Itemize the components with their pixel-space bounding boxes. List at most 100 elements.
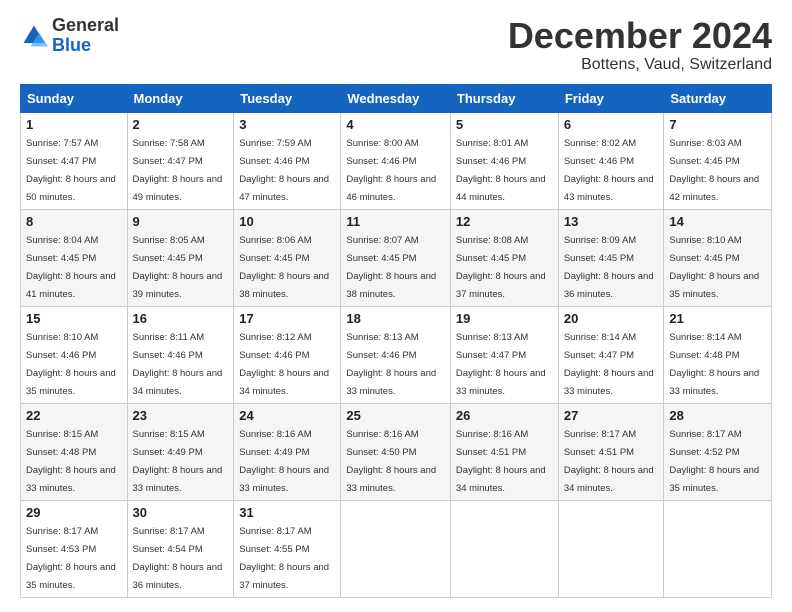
weekday-header-cell: Monday <box>127 84 234 112</box>
day-number: 22 <box>26 408 122 423</box>
day-number: 9 <box>133 214 229 229</box>
day-number: 10 <box>239 214 335 229</box>
calendar-day-cell: 30Sunrise: 8:17 AMSunset: 4:54 PMDayligh… <box>127 500 234 597</box>
day-detail: Sunrise: 8:01 AMSunset: 4:46 PMDaylight:… <box>456 138 546 203</box>
day-number: 24 <box>239 408 335 423</box>
calendar-day-cell: 21Sunrise: 8:14 AMSunset: 4:48 PMDayligh… <box>664 306 772 403</box>
day-detail: Sunrise: 8:04 AMSunset: 4:45 PMDaylight:… <box>26 235 116 300</box>
calendar-day-cell <box>341 500 451 597</box>
day-detail: Sunrise: 8:17 AMSunset: 4:53 PMDaylight:… <box>26 526 116 591</box>
day-detail: Sunrise: 8:15 AMSunset: 4:49 PMDaylight:… <box>133 429 223 494</box>
logo-general: General <box>52 15 119 35</box>
day-detail: Sunrise: 8:05 AMSunset: 4:45 PMDaylight:… <box>133 235 223 300</box>
day-detail: Sunrise: 8:13 AMSunset: 4:46 PMDaylight:… <box>346 332 436 397</box>
day-detail: Sunrise: 8:13 AMSunset: 4:47 PMDaylight:… <box>456 332 546 397</box>
day-detail: Sunrise: 7:57 AMSunset: 4:47 PMDaylight:… <box>26 138 116 203</box>
day-number: 20 <box>564 311 659 326</box>
calendar-day-cell: 11 Sunrise: 8:07 AMSunset: 4:45 PMDayligh… <box>341 209 451 306</box>
weekday-header-cell: Wednesday <box>341 84 451 112</box>
day-detail: Sunrise: 8:16 AMSunset: 4:50 PMDaylight:… <box>346 429 436 494</box>
calendar-day-cell: 8Sunrise: 8:04 AMSunset: 4:45 PMDaylight… <box>21 209 128 306</box>
day-number: 27 <box>564 408 659 423</box>
calendar-day-cell: 22 Sunrise: 8:15 AMSunset: 4:48 PMDayligh… <box>21 403 128 500</box>
day-number: 5 <box>456 117 553 132</box>
calendar-day-cell: 14Sunrise: 8:10 AMSunset: 4:45 PMDayligh… <box>664 209 772 306</box>
day-number: 11 <box>346 214 445 229</box>
day-number: 19 <box>456 311 553 326</box>
calendar-day-cell: 1 Sunrise: 7:57 AMSunset: 4:47 PMDaylight… <box>21 112 128 209</box>
day-detail: Sunrise: 8:17 AMSunset: 4:55 PMDaylight:… <box>239 526 329 591</box>
calendar-day-cell <box>558 500 664 597</box>
day-number: 15 <box>26 311 122 326</box>
logo-icon <box>20 22 48 50</box>
day-detail: Sunrise: 8:14 AMSunset: 4:47 PMDaylight:… <box>564 332 654 397</box>
calendar-day-cell: 12Sunrise: 8:08 AMSunset: 4:45 PMDayligh… <box>450 209 558 306</box>
calendar-day-cell: 4 Sunrise: 8:00 AMSunset: 4:46 PMDaylight… <box>341 112 451 209</box>
page: General Blue December 2024 Bottens, Vaud… <box>0 0 792 608</box>
calendar-day-cell: 7 Sunrise: 8:03 AMSunset: 4:45 PMDaylight… <box>664 112 772 209</box>
day-number: 3 <box>239 117 335 132</box>
calendar-day-cell: 6 Sunrise: 8:02 AMSunset: 4:46 PMDaylight… <box>558 112 664 209</box>
day-number: 30 <box>133 505 229 520</box>
calendar-day-cell: 19 Sunrise: 8:13 AMSunset: 4:47 PMDayligh… <box>450 306 558 403</box>
calendar: SundayMondayTuesdayWednesdayThursdayFrid… <box>20 84 772 598</box>
day-number: 29 <box>26 505 122 520</box>
calendar-week-row: 22 Sunrise: 8:15 AMSunset: 4:48 PMDayligh… <box>21 403 772 500</box>
calendar-day-cell: 5 Sunrise: 8:01 AMSunset: 4:46 PMDaylight… <box>450 112 558 209</box>
day-number: 31 <box>239 505 335 520</box>
day-detail: Sunrise: 8:03 AMSunset: 4:45 PMDaylight:… <box>669 138 759 203</box>
calendar-day-cell: 16Sunrise: 8:11 AMSunset: 4:46 PMDayligh… <box>127 306 234 403</box>
day-detail: Sunrise: 8:14 AMSunset: 4:48 PMDaylight:… <box>669 332 759 397</box>
weekday-header-cell: Thursday <box>450 84 558 112</box>
calendar-day-cell: 15 Sunrise: 8:10 AMSunset: 4:46 PMDayligh… <box>21 306 128 403</box>
day-detail: Sunrise: 8:15 AMSunset: 4:48 PMDaylight:… <box>26 429 116 494</box>
day-detail: Sunrise: 8:16 AMSunset: 4:49 PMDaylight:… <box>239 429 329 494</box>
calendar-day-cell: 3Sunrise: 7:59 AMSunset: 4:46 PMDaylight… <box>234 112 341 209</box>
month-title: December 2024 <box>508 16 772 56</box>
location-title: Bottens, Vaud, Switzerland <box>508 56 772 74</box>
day-detail: Sunrise: 8:17 AMSunset: 4:52 PMDaylight:… <box>669 429 759 494</box>
weekday-header-cell: Friday <box>558 84 664 112</box>
day-number: 1 <box>26 117 122 132</box>
calendar-day-cell: 28 Sunrise: 8:17 AMSunset: 4:52 PMDayligh… <box>664 403 772 500</box>
day-number: 26 <box>456 408 553 423</box>
day-detail: Sunrise: 8:00 AMSunset: 4:46 PMDaylight:… <box>346 138 436 203</box>
day-number: 23 <box>133 408 229 423</box>
day-detail: Sunrise: 8:02 AMSunset: 4:46 PMDaylight:… <box>564 138 654 203</box>
calendar-day-cell: 2 Sunrise: 7:58 AMSunset: 4:47 PMDaylight… <box>127 112 234 209</box>
day-detail: Sunrise: 8:12 AMSunset: 4:46 PMDaylight:… <box>239 332 329 397</box>
day-number: 25 <box>346 408 445 423</box>
day-number: 17 <box>239 311 335 326</box>
calendar-day-cell: 23 Sunrise: 8:15 AMSunset: 4:49 PMDayligh… <box>127 403 234 500</box>
day-number: 14 <box>669 214 766 229</box>
day-number: 6 <box>564 117 659 132</box>
title-area: December 2024 Bottens, Vaud, Switzerland <box>508 16 772 74</box>
day-number: 18 <box>346 311 445 326</box>
calendar-day-cell <box>664 500 772 597</box>
logo-blue: Blue <box>52 35 91 55</box>
day-detail: Sunrise: 7:58 AMSunset: 4:47 PMDaylight:… <box>133 138 223 203</box>
calendar-week-row: 1 Sunrise: 7:57 AMSunset: 4:47 PMDaylight… <box>21 112 772 209</box>
day-detail: Sunrise: 8:16 AMSunset: 4:51 PMDaylight:… <box>456 429 546 494</box>
calendar-day-cell: 24 Sunrise: 8:16 AMSunset: 4:49 PMDayligh… <box>234 403 341 500</box>
logo: General Blue <box>20 16 119 56</box>
day-detail: Sunrise: 8:07 AMSunset: 4:45 PMDaylight:… <box>346 235 436 300</box>
day-detail: Sunrise: 8:09 AMSunset: 4:45 PMDaylight:… <box>564 235 654 300</box>
calendar-day-cell: 26 Sunrise: 8:16 AMSunset: 4:51 PMDayligh… <box>450 403 558 500</box>
calendar-day-cell <box>450 500 558 597</box>
calendar-week-row: 29 Sunrise: 8:17 AMSunset: 4:53 PMDayligh… <box>21 500 772 597</box>
day-detail: Sunrise: 8:10 AMSunset: 4:46 PMDaylight:… <box>26 332 116 397</box>
header: General Blue December 2024 Bottens, Vaud… <box>20 16 772 74</box>
calendar-day-cell: 20 Sunrise: 8:14 AMSunset: 4:47 PMDayligh… <box>558 306 664 403</box>
day-number: 16 <box>133 311 229 326</box>
day-number: 4 <box>346 117 445 132</box>
day-number: 13 <box>564 214 659 229</box>
day-number: 28 <box>669 408 766 423</box>
weekday-header-row: SundayMondayTuesdayWednesdayThursdayFrid… <box>21 84 772 112</box>
day-number: 2 <box>133 117 229 132</box>
day-number: 7 <box>669 117 766 132</box>
weekday-header-cell: Saturday <box>664 84 772 112</box>
calendar-day-cell: 31 Sunrise: 8:17 AMSunset: 4:55 PMDayligh… <box>234 500 341 597</box>
calendar-day-cell: 13 Sunrise: 8:09 AMSunset: 4:45 PMDayligh… <box>558 209 664 306</box>
calendar-day-cell: 10Sunrise: 8:06 AMSunset: 4:45 PMDayligh… <box>234 209 341 306</box>
